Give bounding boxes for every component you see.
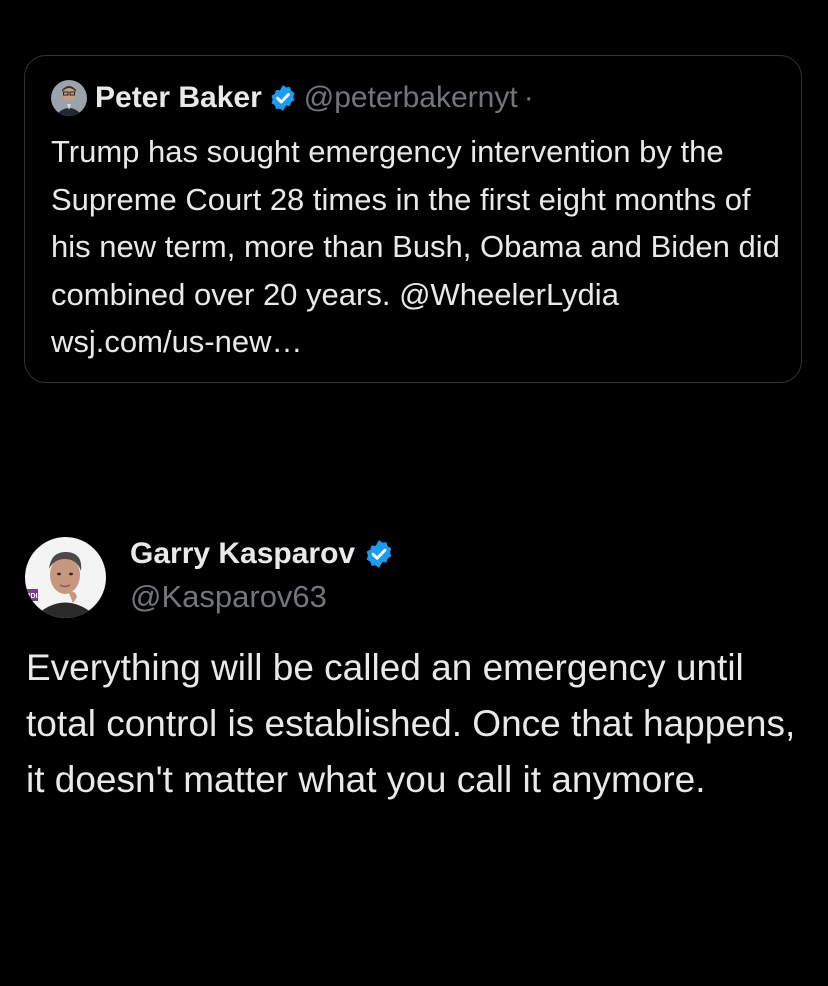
quoted-tweet-card[interactable]: Peter Baker @peterbakernyt · Trump has s… <box>24 55 802 383</box>
quoted-author-avatar[interactable] <box>51 80 87 116</box>
author-handle[interactable]: @Kasparov63 <box>130 579 327 615</box>
quoted-author-handle[interactable]: @peterbakernyt <box>304 81 518 115</box>
quoted-author-name[interactable]: Peter Baker <box>95 81 262 115</box>
tweet-text: Everything will be called an emergency u… <box>26 647 796 800</box>
quoted-tweet-header: Peter Baker @peterbakernyt · <box>51 80 534 116</box>
verified-badge-icon <box>268 83 298 113</box>
verified-badge-icon <box>363 538 395 570</box>
author-name-row: Garry Kasparov <box>130 534 395 574</box>
author-name[interactable]: Garry Kasparov <box>130 537 355 571</box>
author-avatar[interactable]: RDI <box>25 537 106 618</box>
avatar-badge-text: RDI <box>25 593 37 600</box>
header-separator: · <box>523 81 534 114</box>
quoted-tweet-text: Trump has sought emergency intervention … <box>51 134 780 359</box>
